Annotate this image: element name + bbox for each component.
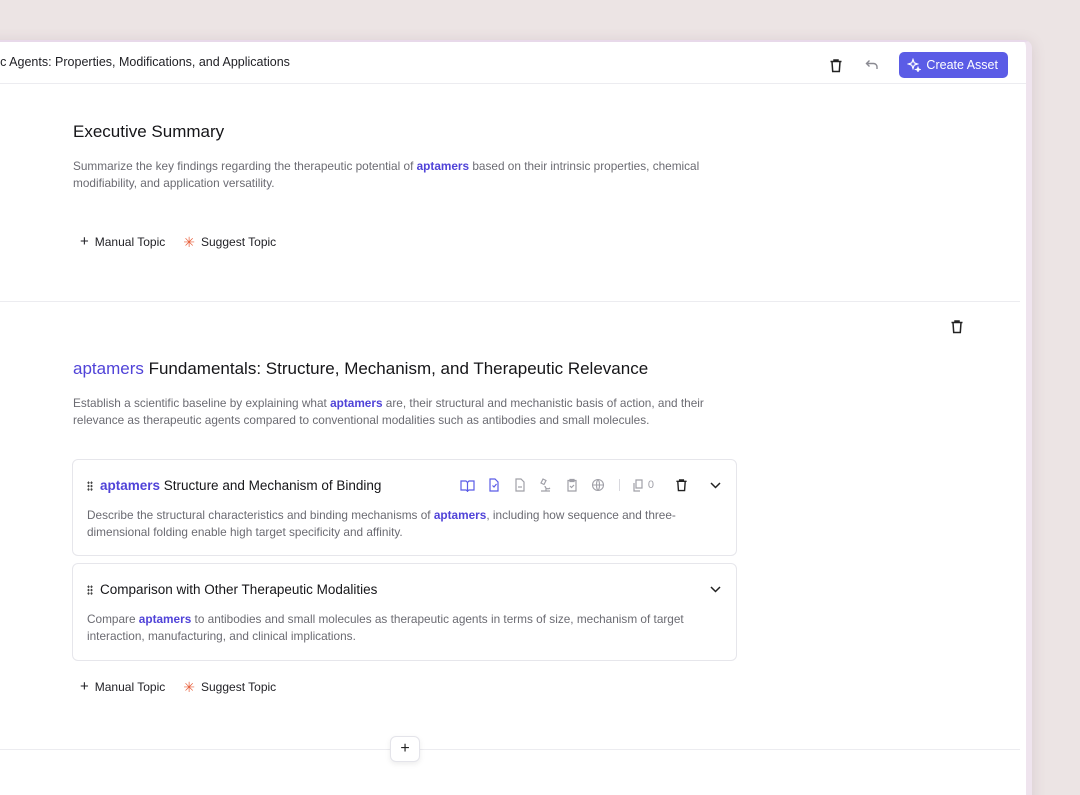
topic-toolbar <box>706 580 724 598</box>
desc-text: Compare <box>87 612 139 626</box>
section-fundamentals: aptamers Fundamentals: Structure, Mechan… <box>0 302 1020 750</box>
copy-icon <box>633 478 643 492</box>
plus-icon: + <box>80 233 89 250</box>
file-icon <box>515 478 525 492</box>
source-count-value: 0 <box>647 479 654 491</box>
create-asset-label: Create Asset <box>926 58 998 72</box>
web-toggle-button[interactable] <box>589 476 607 494</box>
microscope-toggle-button[interactable] <box>537 476 555 494</box>
top-actions: Create Asset <box>823 52 1008 78</box>
delete-document-button[interactable] <box>823 53 849 77</box>
manual-topic-label: Manual Topic <box>94 235 166 249</box>
clipboard-icon <box>567 478 577 492</box>
expand-topic-button[interactable] <box>706 580 724 598</box>
book-icon <box>460 479 475 492</box>
suggest-topic-label: Suggest Topic <box>201 680 277 694</box>
topic-card[interactable]: Comparison with Other Therapeutic Modali… <box>72 563 737 661</box>
topic-actions: + Manual Topic ✳ Suggest Topic <box>80 678 276 695</box>
manual-topic-button[interactable]: + Manual Topic <box>80 233 166 250</box>
delete-section-button[interactable] <box>944 314 970 338</box>
topic-description: Compare aptamers to antibodies and small… <box>87 611 717 645</box>
desc-text: Describe the structural characteristics … <box>87 508 434 522</box>
manual-topic-label: Manual Topic <box>94 680 166 694</box>
section-title[interactable]: Executive Summary <box>73 122 224 142</box>
document-toggle-button[interactable] <box>485 476 503 494</box>
section-description[interactable]: Establish a scientific baseline by expla… <box>73 395 743 429</box>
keyword-highlight: aptamers <box>433 508 487 522</box>
keyword-highlight: aptamers <box>100 478 161 493</box>
topic-title-text: Structure and Mechanism of Binding <box>160 478 382 493</box>
topic-title: Comparison with Other Therapeutic Modali… <box>87 582 377 597</box>
sparkle-icon: ✳ <box>183 679 195 695</box>
manual-topic-button[interactable]: + Manual Topic <box>80 678 166 695</box>
sparkle-icon <box>907 58 922 72</box>
trash-icon <box>951 319 963 333</box>
suggest-topic-button[interactable]: ✳ Suggest Topic <box>183 235 276 249</box>
keyword-highlight: aptamers <box>330 396 383 410</box>
globe-icon <box>591 478 604 492</box>
drag-handle-icon[interactable] <box>87 480 93 491</box>
book-toggle-button[interactable] <box>459 476 477 494</box>
undo-button[interactable] <box>859 53 885 77</box>
trash-icon <box>830 58 842 72</box>
topic-card[interactable]: aptamers Structure and Mechanism of Bind… <box>72 459 737 556</box>
source-count[interactable]: 0 <box>632 478 654 492</box>
keyword-highlight: aptamers <box>138 612 192 626</box>
keyword-highlight: aptamers <box>73 359 144 378</box>
sparkle-icon: ✳ <box>183 234 195 250</box>
topic-description: Describe the structural characteristics … <box>87 507 717 541</box>
topic-toolbar: 0 <box>459 476 724 494</box>
section-executive-summary: Executive Summary Summarize the key find… <box>0 85 1020 302</box>
topic-title-text: Comparison with Other Therapeutic Modali… <box>100 582 378 597</box>
desc-text: Summarize the key findings regarding the… <box>73 159 417 173</box>
suggest-topic-button[interactable]: ✳ Suggest Topic <box>183 680 276 694</box>
section-title[interactable]: aptamers Fundamentals: Structure, Mechan… <box>73 359 648 379</box>
drag-handle-icon[interactable] <box>87 584 93 595</box>
trash-icon <box>675 479 687 492</box>
section-description[interactable]: Summarize the key findings regarding the… <box>73 158 743 192</box>
plus-icon: + <box>80 678 89 695</box>
chevron-down-icon <box>709 481 721 489</box>
title-text: Fundamentals: Structure, Mechanism, and … <box>143 359 649 378</box>
suggest-topic-label: Suggest Topic <box>201 235 277 249</box>
document-title: eutic Agents: Properties, Modifications,… <box>0 55 290 69</box>
add-section-button[interactable]: + <box>390 736 420 762</box>
topic-actions: + Manual Topic ✳ Suggest Topic <box>80 233 276 250</box>
create-asset-button[interactable]: Create Asset <box>899 52 1008 78</box>
document-icon <box>489 478 499 492</box>
app-window: eutic Agents: Properties, Modifications,… <box>0 40 1032 795</box>
topic-title: aptamers Structure and Mechanism of Bind… <box>87 478 381 493</box>
clipboard-toggle-button[interactable] <box>563 476 581 494</box>
microscope-icon <box>540 478 551 492</box>
chevron-down-icon <box>709 585 721 593</box>
plus-icon: + <box>400 740 410 757</box>
delete-topic-button[interactable] <box>672 476 690 494</box>
toolbar-divider <box>618 479 620 491</box>
keyword-highlight: aptamers <box>416 159 470 173</box>
desc-text: Establish a scientific baseline by expla… <box>73 396 331 410</box>
top-bar: eutic Agents: Properties, Modifications,… <box>0 42 1026 84</box>
collapse-topic-button[interactable] <box>706 476 724 494</box>
file-toggle-button[interactable] <box>511 476 529 494</box>
undo-icon <box>865 60 879 69</box>
